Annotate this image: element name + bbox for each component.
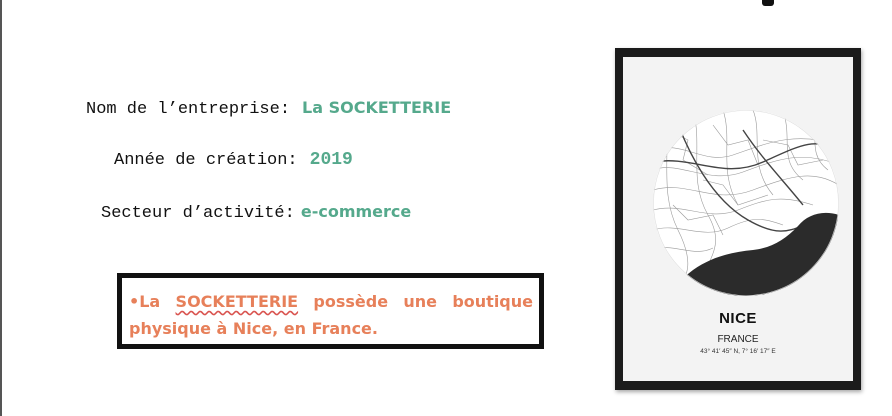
slide-canvas: Nom de l’entreprise: La SOCKETTERIE Anné… (0, 0, 892, 416)
company-name-label: Nom de l’entreprise: (86, 100, 291, 119)
cropped-title-glyph (762, 0, 774, 6)
poster-city-name: NICE (719, 310, 757, 327)
poster-paper: NICE FRANCE 43° 41′ 45″ N, 7° 16′ 17″ E (623, 57, 853, 381)
left-edge-line (0, 0, 2, 416)
creation-year-row: Année de création: 2019 (114, 150, 353, 170)
store-callout-text: •La SOCKETTERIE possède une boutique phy… (129, 288, 533, 342)
poster-coordinates: 43° 41′ 45″ N, 7° 16′ 17″ E (700, 348, 776, 355)
creation-year-value: 2019 (309, 150, 353, 170)
poster-country-name: FRANCE (717, 334, 759, 345)
nice-map-poster: NICE FRANCE 43° 41′ 45″ N, 7° 16′ 17″ E (615, 48, 861, 390)
callout-brand: SOCKETTERIE (175, 292, 299, 311)
business-sector-label: Secteur d’activité: (101, 204, 295, 223)
company-name-value: La SOCKETTERIE (302, 98, 452, 117)
callout-prefix: •La (129, 292, 176, 311)
company-name-row: Nom de l’entreprise: La SOCKETTERIE (86, 98, 451, 119)
business-sector-value: e-commerce (300, 202, 412, 221)
business-sector-row: Secteur d’activité: e-commerce (101, 202, 411, 223)
nice-city-map (653, 110, 839, 296)
store-callout-box: •La SOCKETTERIE possède une boutique phy… (117, 273, 544, 349)
creation-year-label: Année de création: (114, 151, 298, 170)
